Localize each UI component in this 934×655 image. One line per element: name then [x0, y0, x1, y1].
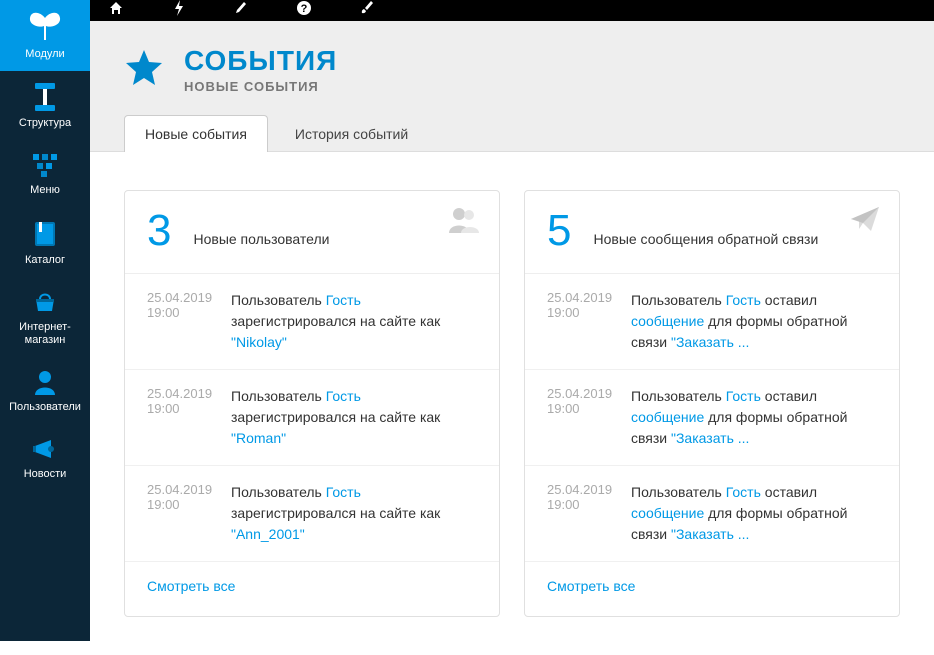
- main: ? СОБЫТИЯ НОВЫЕ СОБЫТИЯ Новые события Ис…: [90, 0, 934, 641]
- sidebar-label: Пользователи: [9, 401, 81, 414]
- message-link[interactable]: сообщение: [631, 313, 704, 329]
- sidebar: Модули Структура Меню Каталог Интернет- …: [0, 0, 90, 641]
- tab-new-events[interactable]: Новые события: [124, 115, 268, 152]
- sidebar-item-modules[interactable]: Модули: [0, 0, 90, 71]
- user-link[interactable]: Гость: [726, 292, 761, 308]
- row-date: 25.04.2019: [147, 386, 231, 401]
- content: 3 Новые пользователи 25.04.201919:00 Пол…: [90, 152, 934, 655]
- megaphone-icon: [31, 436, 59, 462]
- row-text: Пользователь Гость оставил сообщение для…: [631, 482, 877, 545]
- row-text: Пользователь Гость зарегистрировался на …: [231, 386, 477, 449]
- message-link[interactable]: сообщение: [631, 505, 704, 521]
- panel-count: 5: [547, 209, 571, 253]
- sidebar-label: Новости: [24, 468, 67, 481]
- sidebar-label: Каталог: [25, 254, 65, 267]
- butterfly-icon: [28, 12, 62, 42]
- row-date: 25.04.2019: [547, 386, 631, 401]
- home-icon[interactable]: [108, 0, 124, 21]
- page-subtitle: НОВЫЕ СОБЫТИЯ: [184, 79, 337, 94]
- panel-new-users: 3 Новые пользователи 25.04.201919:00 Пол…: [124, 190, 500, 617]
- row-text: Пользователь Гость зарегистрировался на …: [231, 482, 477, 545]
- book-icon: [33, 220, 57, 248]
- bolt-icon[interactable]: [172, 0, 186, 21]
- sidebar-item-menu[interactable]: Меню: [0, 140, 90, 207]
- structure-icon: [32, 83, 58, 111]
- username-link[interactable]: "Roman": [231, 430, 286, 446]
- users-icon: [447, 205, 481, 240]
- form-link[interactable]: "Заказать ...: [671, 526, 749, 542]
- sidebar-label: Меню: [30, 184, 60, 197]
- row-time: 19:00: [147, 305, 231, 320]
- sidebar-item-shop[interactable]: Интернет- магазин: [0, 277, 90, 357]
- sidebar-item-news[interactable]: Новости: [0, 424, 90, 491]
- sidebar-label: Интернет- магазин: [19, 321, 71, 347]
- row-date: 25.04.2019: [147, 482, 231, 497]
- row-date: 25.04.2019: [547, 482, 631, 497]
- sidebar-item-catalog[interactable]: Каталог: [0, 208, 90, 277]
- user-link[interactable]: Гость: [726, 484, 761, 500]
- help-icon[interactable]: ?: [296, 0, 312, 21]
- username-link[interactable]: "Ann_2001": [231, 526, 305, 542]
- view-all-link[interactable]: Смотреть все: [547, 578, 635, 594]
- svg-text:?: ?: [301, 3, 308, 15]
- sidebar-label: Структура: [19, 117, 71, 130]
- user-link[interactable]: Гость: [326, 388, 361, 404]
- menu-icon: [30, 152, 60, 178]
- page-title: СОБЫТИЯ: [184, 45, 337, 77]
- user-link[interactable]: Гость: [326, 292, 361, 308]
- header: СОБЫТИЯ НОВЫЕ СОБЫТИЯ Новые события Исто…: [90, 21, 934, 152]
- sidebar-item-structure[interactable]: Структура: [0, 71, 90, 140]
- row-date: 25.04.2019: [147, 290, 231, 305]
- row-time: 19:00: [147, 497, 231, 512]
- panel-feedback: 5 Новые сообщения обратной связи 25.04.2…: [524, 190, 900, 617]
- row-time: 19:00: [547, 305, 631, 320]
- paper-plane-icon: [849, 205, 881, 238]
- sidebar-item-users[interactable]: Пользователи: [0, 357, 90, 424]
- topbar: ?: [90, 0, 934, 21]
- view-all-link[interactable]: Смотреть все: [147, 578, 235, 594]
- row-time: 19:00: [547, 497, 631, 512]
- event-row: 25.04.201919:00 Пользователь Гость зарег…: [125, 274, 499, 370]
- panel-label: Новые сообщения обратной связи: [593, 231, 818, 253]
- pen-icon[interactable]: [234, 0, 248, 21]
- row-date: 25.04.2019: [547, 290, 631, 305]
- panel-count: 3: [147, 209, 171, 253]
- panel-label: Новые пользователи: [193, 231, 329, 253]
- sidebar-label: Модули: [25, 48, 64, 61]
- tabs: Новые события История событий: [124, 114, 900, 151]
- event-row: 25.04.201919:00 Пользователь Гость остав…: [525, 274, 899, 370]
- basket-icon: [30, 289, 60, 315]
- brush-icon[interactable]: [360, 0, 374, 21]
- form-link[interactable]: "Заказать ...: [671, 334, 749, 350]
- user-icon: [32, 369, 58, 395]
- event-row: 25.04.201919:00 Пользователь Гость зарег…: [125, 466, 499, 562]
- row-time: 19:00: [547, 401, 631, 416]
- event-row: 25.04.201919:00 Пользователь Гость остав…: [525, 370, 899, 466]
- user-link[interactable]: Гость: [726, 388, 761, 404]
- event-row: 25.04.201919:00 Пользователь Гость остав…: [525, 466, 899, 562]
- row-time: 19:00: [147, 401, 231, 416]
- row-text: Пользователь Гость зарегистрировался на …: [231, 290, 477, 353]
- star-icon: [124, 47, 164, 92]
- form-link[interactable]: "Заказать ...: [671, 430, 749, 446]
- message-link[interactable]: сообщение: [631, 409, 704, 425]
- row-text: Пользователь Гость оставил сообщение для…: [631, 290, 877, 353]
- user-link[interactable]: Гость: [326, 484, 361, 500]
- tab-history[interactable]: История событий: [274, 115, 429, 152]
- event-row: 25.04.201919:00 Пользователь Гость зарег…: [125, 370, 499, 466]
- row-text: Пользователь Гость оставил сообщение для…: [631, 386, 877, 449]
- username-link[interactable]: "Nikolay": [231, 334, 287, 350]
